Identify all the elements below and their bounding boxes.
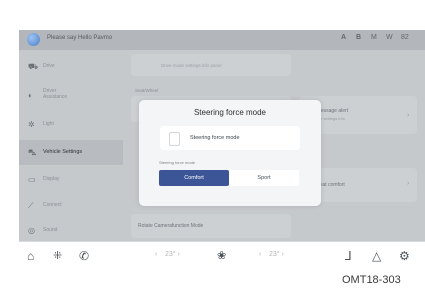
figure-page: Please say Hello Pavmo A B M W 82 ⛟ Driv…	[0, 0, 425, 291]
sidebar-item-sound[interactable]: ◎ Sound	[19, 218, 123, 243]
setting-card-camera[interactable]: Rotate Camerafunction Mode	[131, 214, 291, 238]
left-temp-decrease[interactable]: ‹	[155, 251, 157, 258]
status-icon-b: B	[356, 34, 362, 41]
status-icon-82: 82	[401, 34, 409, 41]
camera-mode-label: Rotate Camerafunction Mode	[138, 223, 204, 229]
section-label: Seat/Wheel	[135, 88, 159, 93]
sidebar-item-label: Light	[43, 121, 54, 127]
mode-sub-label: Steering force mode	[159, 160, 196, 165]
display-icon: ▭	[28, 175, 36, 184]
bottom-bar: ⌂ ⁜ ✆ ‹ 23° › ❀ ‹ 23° › ⅃ △ ⚙	[19, 241, 425, 271]
drive-mode-hint: Drive mode settings info panel	[161, 63, 222, 68]
warning-icon[interactable]: △	[372, 249, 381, 263]
light-icon: ✲	[28, 120, 35, 129]
settings-icon[interactable]: ⚙	[399, 249, 410, 263]
apps-icon[interactable]: ⁜	[53, 249, 62, 263]
sidebar-item-driver-assistance[interactable]: ◐ Driver Assistance	[19, 81, 123, 110]
sidebar-item-label: Connect	[43, 202, 62, 208]
drive-mode-card[interactable]: Drive mode settings info panel	[131, 54, 291, 76]
connect-icon: ⟋	[28, 201, 34, 210]
sidebar-item-vehicle-settings[interactable]: ⛍ Vehicle Settings	[19, 140, 123, 165]
status-icon-m: M	[371, 34, 377, 41]
sidebar-item-label: Display	[43, 176, 60, 182]
voice-greeting: Please say Hello Pavmo	[47, 35, 113, 41]
seat-heat-icon[interactable]: ⅃	[345, 249, 352, 263]
steering-force-dialog: Steering force mode Steering force mode …	[139, 100, 321, 206]
comfort-button[interactable]: Comfort	[159, 170, 229, 186]
status-icon-a: A	[341, 34, 347, 41]
status-icon-w: W	[386, 34, 393, 41]
sidebar-item-label: Sound	[43, 227, 58, 233]
right-temp-decrease[interactable]: ‹	[259, 251, 261, 258]
sidebar-item-label: Vehicle Settings	[43, 149, 83, 155]
assistant-logo-icon[interactable]	[27, 33, 40, 46]
phone-icon[interactable]: ✆	[79, 249, 89, 263]
infotainment-screen: Please say Hello Pavmo A B M W 82 ⛟ Driv…	[19, 30, 425, 271]
sidebar: ⛟ Drive ◐ Driver Assistance ✲ Light ⛍ Ve…	[19, 50, 123, 241]
sidebar-item-drive[interactable]: ⛟ Drive	[19, 54, 123, 79]
sidebar-item-display[interactable]: ▭ Display	[19, 167, 123, 192]
home-icon[interactable]: ⌂	[27, 249, 34, 263]
toggle-label: Steering force mode	[190, 135, 240, 141]
sidebar-item-light[interactable]: ✲ Light	[19, 112, 123, 137]
sidebar-item-connect[interactable]: ⟋ Connect	[19, 193, 123, 218]
sidebar-item-label: Driver Assistance	[43, 88, 68, 100]
chevron-right-icon: ›	[407, 112, 410, 119]
top-bar: Please say Hello Pavmo A B M W 82	[19, 30, 425, 50]
car-settings-icon: ⛍	[28, 148, 37, 157]
car-icon: ⛟	[28, 62, 39, 71]
steering-force-toggle-row[interactable]: Steering force mode	[160, 126, 300, 150]
left-temperature[interactable]: 23° ›	[165, 251, 180, 258]
chevron-right-icon: ›	[407, 180, 410, 187]
assist-icon: ◐	[28, 91, 33, 100]
sidebar-item-label: Drive	[43, 63, 55, 69]
figure-caption: OMT18-303	[342, 274, 401, 286]
fan-icon[interactable]: ❀	[217, 249, 226, 263]
right-temperature[interactable]: 23° ›	[269, 251, 284, 258]
sound-icon: ◎	[28, 226, 35, 235]
steering-force-toggle[interactable]	[169, 132, 180, 146]
sport-button[interactable]: Sport	[229, 170, 299, 186]
dialog-title: Steering force mode	[193, 108, 267, 117]
